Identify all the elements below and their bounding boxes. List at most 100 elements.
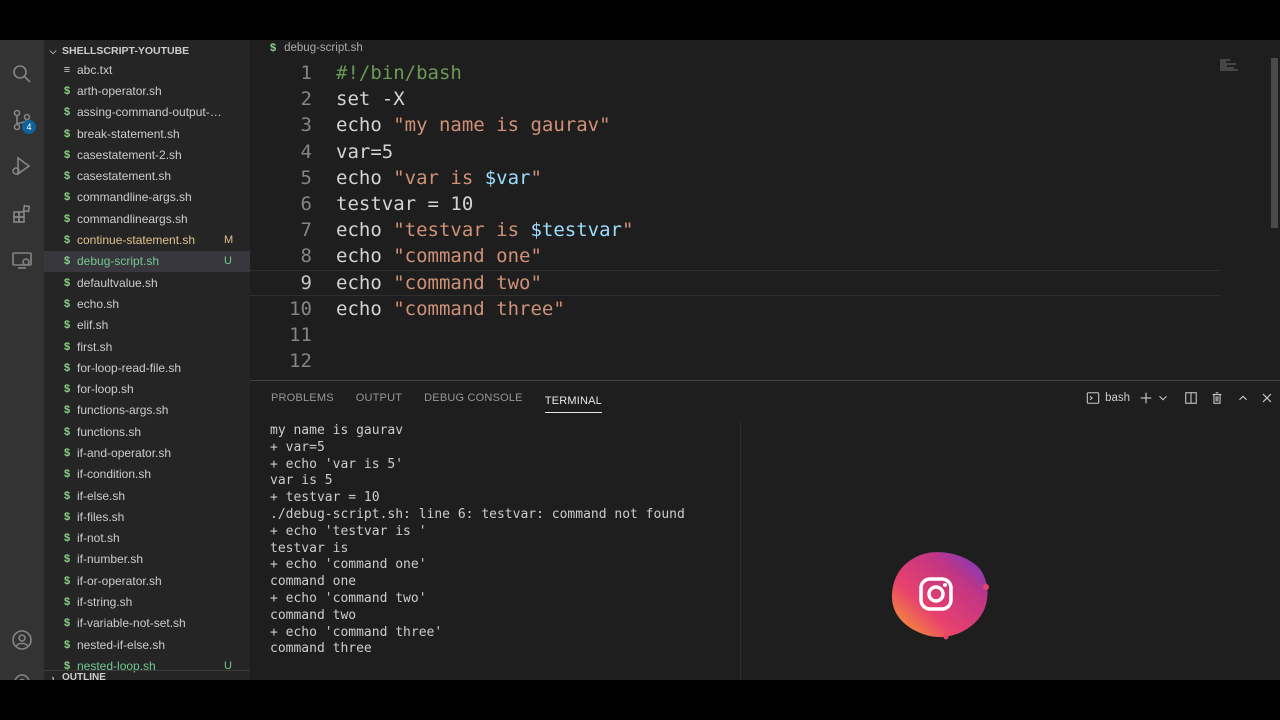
file-name: assing-command-output-to-... [77,105,224,120]
file-item[interactable]: $ elif.sh [44,315,250,336]
extensions-icon[interactable] [8,200,36,228]
account-icon[interactable] [8,626,36,654]
terminal-line: + echo 'command one' [270,557,427,573]
file-item[interactable]: $ continue-statement.sh M [44,229,250,250]
code-line[interactable]: 7 echo "testvar is $testvar" [250,217,1220,243]
file-item[interactable]: $ debug-script.sh U [44,250,250,272]
code-editor[interactable]: $ debug-script.sh 1 #!/bin/bash 2 set -X 3 ec… [250,40,1280,380]
terminal-selector[interactable]: bash [1086,387,1130,409]
panel-actions: bash [1077,387,1274,409]
tab-output[interactable]: OUTPUT [356,381,402,415]
tab-problems[interactable]: PROBLEMS [271,381,334,415]
file-item[interactable]: $ if-condition.sh [44,464,250,485]
code-lines[interactable]: 1 #!/bin/bash 2 set -X 3 echo "my name is gau… [250,60,1220,374]
file-name: if-files.sh [77,509,125,524]
code-token: var=5 [336,140,394,163]
terminal-line: command two [270,607,357,623]
line-number: 12 [289,350,312,373]
maximize-panel-button[interactable] [1236,387,1250,409]
code-line[interactable]: 10 echo "command three" [250,296,1220,322]
file-item[interactable]: $ commandline-args.sh [44,187,250,208]
file-item[interactable]: $ assing-command-output-to-... [44,102,250,123]
file-item[interactable]: $ if-files.sh [44,506,250,527]
tab-terminal[interactable]: TERMINAL [544,389,602,413]
terminal-dropdown-button[interactable] [1156,387,1170,409]
breadcrumb[interactable]: $ debug-script.sh [270,40,363,56]
shell-file-icon: $ [63,276,71,289]
remote-explorer-icon[interactable] [8,246,36,274]
file-item[interactable]: $ functions.sh [44,421,250,442]
code-line[interactable]: 6 testvar = 10 [250,191,1220,217]
line-text: echo "var is $var" [336,167,542,189]
file-item[interactable]: $ if-and-operator.sh [44,442,250,463]
file-item[interactable]: $ arth-operator.sh [44,80,250,101]
outline-section-header[interactable]: › OUTLINE [44,670,250,680]
file-name: if-or-operator.sh [77,573,162,588]
code-line[interactable]: 11 [250,322,1220,348]
code-line[interactable]: 8 echo "command one" [250,243,1220,269]
file-item[interactable]: $ for-loop-read-file.sh [44,357,250,378]
line-number: 6 [300,193,312,216]
file-item[interactable]: $ if-string.sh [44,591,250,612]
code-line[interactable]: 12 [250,348,1220,374]
search-icon[interactable] [8,60,36,88]
shell-file-icon: $ [270,42,277,54]
file-item[interactable]: $ if-else.sh [44,485,250,506]
file-name: elif.sh [77,318,109,333]
explorer-folder-header[interactable]: ⌵ SHELLSCRIPT-YOUTUBE [44,42,250,60]
line-number: 10 [289,297,312,320]
file-item[interactable]: $ functions-args.sh [44,400,250,421]
shell-file-icon: $ [63,212,71,225]
shell-file-icon: $ [63,127,71,140]
tab-debug-console[interactable]: DEBUG CONSOLE [424,381,523,415]
file-item[interactable]: $ if-variable-not-set.sh [44,613,250,634]
kill-terminal-button[interactable] [1210,387,1224,409]
line-text: echo "my name is gaurav" [336,114,611,136]
code-line[interactable]: 4 var=5 [250,139,1220,165]
file-item[interactable]: $ casestatement.sh [44,165,250,186]
minimap[interactable] [1218,58,1240,72]
file-item[interactable]: $ casestatement-2.sh [44,144,250,165]
close-panel-button[interactable] [1260,387,1274,409]
shell-file-icon: $ [63,297,71,310]
file-item[interactable]: $ commandlineargs.sh [44,208,250,229]
terminal-line: + var=5 [270,439,325,455]
settings-icon[interactable] [8,668,36,680]
file-item[interactable]: $ first.sh [44,336,250,357]
chevron-down-icon: ⌵ [49,45,57,56]
code-line[interactable]: 2 set -X [250,86,1220,112]
line-number: 4 [300,140,312,163]
line-text: echo "command two" [336,272,542,294]
run-debug-icon[interactable] [8,152,36,180]
code-line[interactable]: 9 echo "command two" [250,269,1220,296]
file-item[interactable]: $ echo.sh [44,293,250,314]
code-line[interactable]: 1 #!/bin/bash [250,60,1220,86]
shell-file-icon: $ [63,106,71,119]
plus-icon [1140,392,1152,404]
git-status-badge: M [224,234,234,247]
new-terminal-button[interactable] [1139,387,1153,409]
editor-scrollbar[interactable] [1271,58,1278,228]
file-item[interactable]: $ if-number.sh [44,549,250,570]
split-terminal-button[interactable] [1184,387,1198,409]
file-item[interactable]: ≡ abc.txt [44,59,250,80]
code-line[interactable]: 5 echo "var is $var" [250,165,1220,191]
code-line[interactable]: 3 echo "my name is gaurav" [250,112,1220,138]
shell-file-icon: $ [63,553,71,566]
file-item[interactable]: $ if-or-operator.sh [44,570,250,591]
terminal-split-divider[interactable] [740,421,741,680]
code-token: echo [336,271,394,294]
terminal-line: testvar is [270,540,349,556]
file-item[interactable]: $ for-loop.sh [44,378,250,399]
file-item[interactable]: $ nested-if-else.sh [44,634,250,655]
file-item[interactable]: $ if-not.sh [44,528,250,549]
letterbox-top [0,0,1280,40]
file-name: defaultvalue.sh [77,275,158,290]
split-icon [1185,392,1197,404]
outline-label: OUTLINE [62,672,106,680]
terminal-output[interactable]: my name is gaurav + var=5 + echo 'var is 5… [270,423,740,680]
file-item[interactable]: $ break-statement.sh [44,123,250,144]
code-token: set -X [336,88,405,111]
file-item[interactable]: $ defaultvalue.sh [44,272,250,293]
shell-file-icon: $ [63,234,71,247]
